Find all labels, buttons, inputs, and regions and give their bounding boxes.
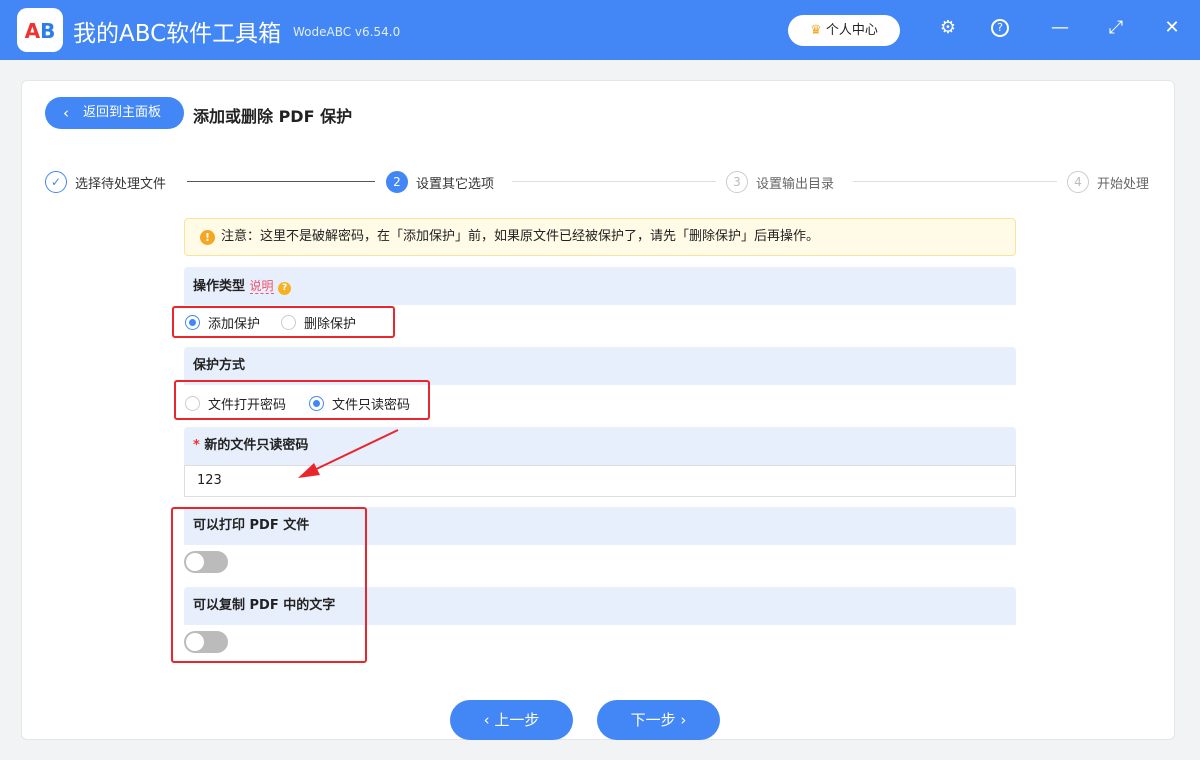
title-bar: AB 我的ABC软件工具箱 WodeABC v6.54.0 ♛ 个人中心 ⚙ ?… (0, 0, 1200, 60)
close-icon[interactable]: ✕ (1159, 17, 1185, 38)
step-label: 设置输出目录 (756, 176, 835, 192)
minimize-icon[interactable]: — (1047, 17, 1073, 38)
step-connector (853, 181, 1057, 182)
user-center-label: 个人中心 (825, 23, 878, 38)
step-label: 开始处理 (1097, 176, 1150, 192)
chevron-right-circle-icon: › (680, 711, 687, 729)
highlight-box (171, 507, 367, 663)
app-version: WodeABC v6.54.0 (293, 25, 401, 39)
notice-banner: ! 注意：这里不是破解密码，在「添加保护」前，如果原文件已经被保护了，请先「删除保… (184, 218, 1016, 256)
maximize-icon[interactable]: ⤢ (1103, 17, 1129, 38)
prev-step-button[interactable]: ‹ 上一步 (450, 700, 573, 740)
page-title: 添加或删除 PDF 保护 (193, 107, 353, 126)
required-mark: * (193, 438, 200, 453)
app-logo: AB (17, 8, 63, 52)
step-connector (187, 181, 375, 182)
crown-icon: ♛ (810, 23, 822, 38)
protect-mode-label: 保护方式 (193, 358, 246, 373)
step-3: 3 设置输出目录 (726, 171, 834, 193)
op-type-header: 操作类型 说明 ? (184, 267, 1016, 305)
help-link[interactable]: 说明 (249, 279, 274, 294)
gear-icon[interactable]: ⚙ (935, 17, 961, 38)
step-number: 2 (386, 171, 408, 193)
help-icon[interactable]: ? (991, 19, 1009, 37)
step-label: 设置其它选项 (416, 176, 495, 192)
question-icon[interactable]: ? (278, 282, 292, 295)
app-title: 我的ABC软件工具箱 (73, 21, 282, 47)
notice-text: 注意：这里不是破解密码，在「添加保护」前，如果原文件已经被保护了，请先「删除保护… (221, 229, 820, 244)
check-icon: ✓ (45, 171, 67, 193)
highlight-box (172, 306, 395, 338)
highlight-box (174, 380, 430, 420)
user-center-button[interactable]: ♛ 个人中心 (788, 15, 900, 46)
step-1: ✓ 选择待处理文件 (45, 171, 166, 193)
step-label: 选择待处理文件 (75, 176, 167, 192)
step-number: 3 (726, 171, 748, 193)
step-4: 4 开始处理 (1067, 171, 1149, 193)
back-label: 返回到主面板 (83, 105, 162, 120)
chevron-left-circle-icon: ‹ (483, 711, 490, 729)
arrow-annotation (298, 429, 399, 478)
warning-icon: ! (200, 230, 215, 245)
step-number: 4 (1067, 171, 1089, 193)
back-button[interactable]: ‹ 返回到主面板 (45, 97, 184, 129)
next-label: 下一步 (630, 711, 676, 729)
next-step-button[interactable]: 下一步 › (597, 700, 720, 740)
chevron-left-icon: ‹ (63, 104, 69, 122)
step-connector (512, 181, 716, 182)
step-2: 2 设置其它选项 (386, 171, 494, 193)
op-type-label: 操作类型 (193, 279, 246, 294)
prev-label: 上一步 (494, 711, 540, 729)
